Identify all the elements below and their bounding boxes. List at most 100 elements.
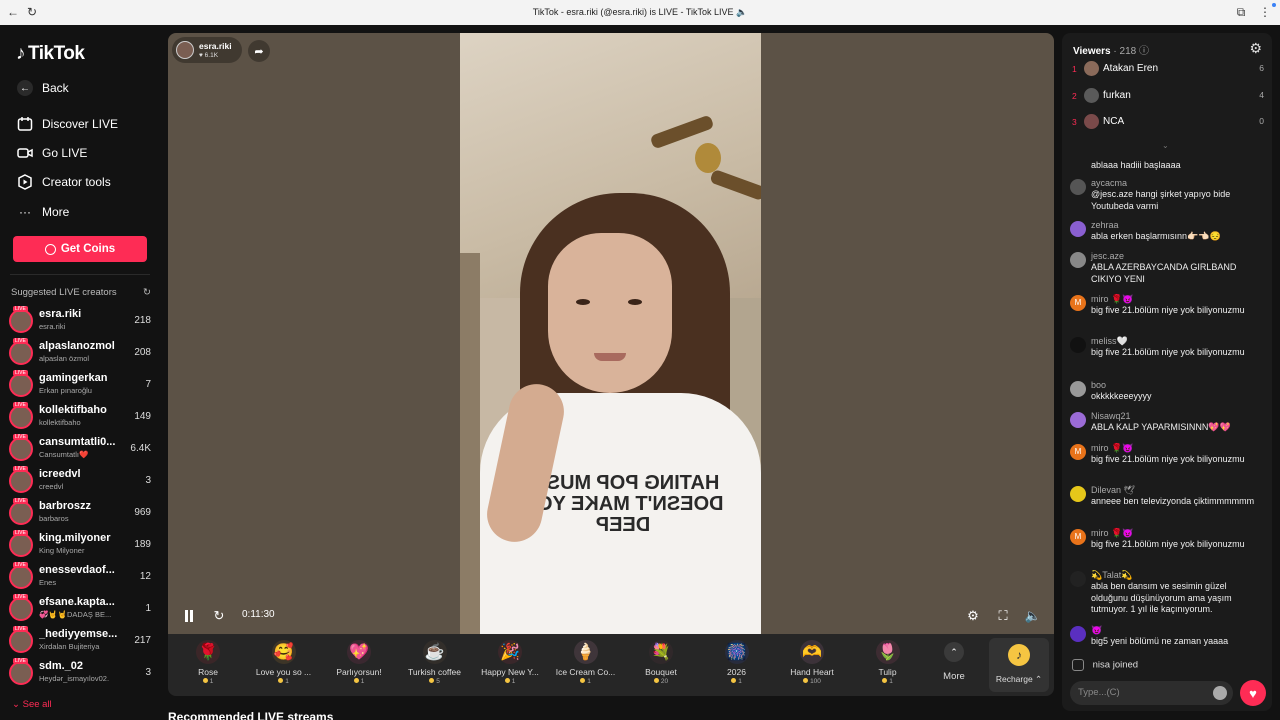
chat-avatar[interactable] <box>1070 412 1086 428</box>
chat-username[interactable]: miro 🌹😈 <box>1091 443 1133 455</box>
info-icon[interactable]: ⓘ <box>1139 46 1149 57</box>
get-coins-button[interactable]: Get Coins <box>13 236 147 262</box>
chat-username[interactable]: Dilevan 🕊 <box>1091 485 1135 497</box>
suggested-creator[interactable]: LIVE efsane.kapta... 💞🤘🤘DADAŞ BE... 1 <box>9 594 151 625</box>
settings-icon[interactable]: ⚙ <box>964 605 982 627</box>
chat-text: @jesc.aze hangi şirket yapıyo bide Youtu… <box>1091 189 1231 211</box>
volume-icon[interactable]: 🔈 <box>1024 605 1042 627</box>
host-info[interactable]: esra.riki ♥ 6.1K <box>172 37 242 63</box>
chat-input[interactable]: Type...(C) <box>1070 681 1233 705</box>
gift-price-value: 1 <box>889 678 893 685</box>
creator-subname: creedvl <box>39 482 64 491</box>
chat-username[interactable]: Nisawq21 <box>1091 411 1131 423</box>
nav-more-label: More <box>42 205 70 219</box>
top-viewer[interactable]: 3 NCA 0 <box>1072 113 1264 133</box>
chat-avatar[interactable] <box>1070 381 1086 397</box>
suggested-creator[interactable]: LIVE kollektifbaho kollektifbaho 149 <box>9 402 151 433</box>
gift-item[interactable]: 🫶 Hand Heart 100 <box>776 634 848 696</box>
chat-avatar[interactable] <box>1070 337 1086 353</box>
more-gifts-button[interactable]: ⌃ More <box>934 634 974 696</box>
join-icon <box>1072 659 1084 671</box>
send-heart-button[interactable]: ♥ <box>1240 680 1266 706</box>
video-eye <box>628 299 642 305</box>
suggested-creator[interactable]: LIVE cansumtatli0... Cansumtatlı❤️ 6.4K <box>9 434 151 465</box>
chat-username[interactable]: aycacma <box>1091 178 1127 190</box>
chat-username[interactable]: zehraa <box>1091 220 1119 232</box>
chat-avatar[interactable] <box>1070 252 1086 268</box>
coin-icon <box>882 678 888 683</box>
gift-item[interactable]: 🥰 Love you so ... 1 <box>248 634 320 696</box>
see-all-link[interactable]: ⌄ See all <box>12 699 52 710</box>
gift-icon: 💖 <box>347 640 371 664</box>
nav-more[interactable]: ··· More <box>16 201 69 223</box>
nav-discover-label: Discover LIVE <box>42 117 119 131</box>
extensions-icon[interactable]: ⧉ <box>1234 5 1248 19</box>
chat-username[interactable]: miro 🌹😈 <box>1091 294 1133 306</box>
video-eye <box>576 299 590 305</box>
top-viewer[interactable]: 1 Atakan Eren 6 <box>1072 60 1264 80</box>
creator-subname: Enes <box>39 578 57 587</box>
suggested-creator[interactable]: LIVE barbroszz barbaros 969 <box>9 498 151 529</box>
suggested-creator[interactable]: LIVE gamingerkan Erkan pınaroğlu 7 <box>9 370 151 401</box>
nav-back[interactable]: ← Back <box>16 77 69 99</box>
suggested-creator[interactable]: LIVE _hediyyemse... Xirdalan Bujiteriya 217 <box>9 626 151 657</box>
tiktok-logo[interactable]: ♪ TikTok <box>16 43 85 65</box>
expand-viewers-icon[interactable]: ⌄ <box>1162 141 1169 150</box>
suggested-creator[interactable]: LIVE enessevdaof... Enes 12 <box>9 562 151 593</box>
gift-item[interactable]: 🌷 Tulip 1 <box>852 634 924 696</box>
creator-name: enessevdaof... <box>39 564 115 576</box>
nav-go-live-label: Go LIVE <box>42 146 88 160</box>
chat-username[interactable]: meliss🤍 <box>1091 336 1128 348</box>
gift-item[interactable]: 🎆 2026 1 <box>701 634 773 696</box>
gift-price-value: 5 <box>436 678 440 685</box>
creator-subname: esra.riki <box>39 322 66 331</box>
chat-text: abla ben dansım ve sesimin güzel olduğun… <box>1091 581 1232 614</box>
chat-settings-icon[interactable]: ⚙ <box>1249 40 1262 57</box>
gift-item[interactable]: 🎉 Happy New Y... 1 <box>474 634 546 696</box>
gift-item[interactable]: 💖 Parlıyorsun! 1 <box>323 634 395 696</box>
chat-avatar[interactable] <box>1070 626 1086 642</box>
refresh-icon[interactable]: ↻ <box>143 287 151 298</box>
suggested-creator[interactable]: LIVE sdm._02 Heydər_ismayılov02. 3 <box>9 658 151 689</box>
top-viewer[interactable]: 2 furkan 4 <box>1072 87 1264 107</box>
gift-item[interactable]: 🍦 Ice Cream Co... 1 <box>550 634 622 696</box>
chat-username[interactable]: jesc.aze <box>1091 251 1124 263</box>
refresh-stream-icon[interactable]: ↻ <box>210 605 228 627</box>
fullscreen-icon[interactable]: ⛶ <box>994 605 1012 627</box>
share-icon[interactable]: ➦ <box>248 40 270 62</box>
live-badge: LIVE <box>13 434 28 440</box>
live-player[interactable]: HATING POP MUSIC DOESN'T MAKE YOU DEEP e… <box>168 33 1054 634</box>
logo-text: TikTok <box>28 43 85 64</box>
chat-avatar[interactable] <box>1070 221 1086 237</box>
creator-avatar: LIVE <box>9 562 33 589</box>
chat-avatar[interactable] <box>1070 179 1086 195</box>
nav-discover-live[interactable]: Discover LIVE <box>16 113 118 135</box>
chat-avatar[interactable]: M <box>1070 444 1086 460</box>
chat-avatar[interactable]: M <box>1070 295 1086 311</box>
viewer-rank: 2 <box>1072 91 1077 101</box>
emoji-icon[interactable] <box>1213 686 1227 700</box>
suggested-creator[interactable]: LIVE icreedvl creedvl 3 <box>9 466 151 497</box>
gift-item[interactable]: 🌹 Rose 1 <box>172 634 244 696</box>
gift-item[interactable]: 💐 Bouquet 20 <box>625 634 697 696</box>
recharge-button[interactable]: ♪ Recharge ⌃ <box>989 638 1049 692</box>
chat-username[interactable]: miro 🌹😈 <box>1091 528 1133 540</box>
menu-icon[interactable]: ⋮ <box>1258 5 1272 19</box>
chat-avatar[interactable]: M <box>1070 529 1086 545</box>
chat-text: ABLA KALP YAPARMISINNN💖💖 <box>1091 422 1231 432</box>
chat-avatar[interactable] <box>1070 486 1086 502</box>
chat-username[interactable]: 😈 <box>1091 625 1102 637</box>
suggested-creator[interactable]: LIVE alpaslanozmol alpaslan özmol 208 <box>9 338 151 369</box>
live-video-frame[interactable]: HATING POP MUSIC DOESN'T MAKE YOU DEEP <box>460 33 761 634</box>
gift-item[interactable]: ☕ Turkish coffee 5 <box>399 634 471 696</box>
chat-username[interactable]: 💫Talat💫 <box>1091 570 1132 582</box>
suggested-creator[interactable]: LIVE king.milyoner King Milyoner 189 <box>9 530 151 561</box>
nav-creator-tools[interactable]: Creator tools <box>16 171 111 193</box>
chat-username[interactable]: boo <box>1091 380 1106 392</box>
live-badge: LIVE <box>13 466 28 472</box>
pause-icon[interactable] <box>180 605 198 627</box>
suggested-creator[interactable]: LIVE esra.riki esra.riki 218 <box>9 306 151 337</box>
nav-go-live[interactable]: Go LIVE <box>16 142 87 164</box>
chat-avatar[interactable] <box>1070 571 1086 587</box>
viewers-header[interactable]: Viewers · 218 ⓘ <box>1073 42 1149 57</box>
